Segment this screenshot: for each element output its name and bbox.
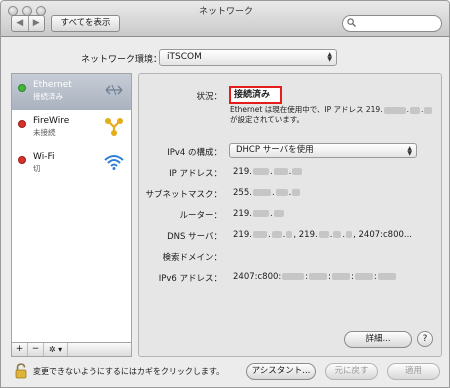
ipv6-address-label: IPv6 アドレス： (158, 274, 222, 284)
subnet-mask-value: 255... (233, 188, 301, 198)
dns-server-text-1: 219. (233, 230, 252, 240)
ipv4-config-popup[interactable]: DHCP サーバを使用 ▲ ▼ (229, 143, 417, 158)
service-ethernet[interactable]: Ethernet 接続済み (12, 74, 131, 110)
forward-button[interactable]: ▶ (29, 16, 45, 31)
dns-server-text-2: 219. (298, 230, 318, 240)
status-description: Ethernet は現在使用中で、IP アドレス 219.. .が設定されています… (230, 105, 436, 125)
ipv6-address-value: 2407:c800::::: (233, 272, 397, 282)
assistant-button[interactable]: アシスタント... (246, 363, 316, 380)
status-label: 状況： (196, 92, 222, 102)
popup-arrows-icon: ▲ ▼ (327, 51, 332, 63)
show-all-button[interactable]: すべてを表示 (51, 15, 120, 32)
status-note-tail: が設定されています。 (230, 115, 305, 124)
router-value: 219.. (233, 209, 285, 219)
status-note-text: Ethernet は現在使用中で、IP アドレス 219. (230, 105, 383, 114)
service-action-gear-icon[interactable]: ✲ ▾ (44, 343, 68, 356)
ipv6-address-text: 2407:c800: (233, 272, 282, 282)
location-label: ネットワーク環境： (81, 55, 163, 65)
status-dot-connected (18, 84, 26, 92)
ip-address-text: 219. (233, 167, 252, 177)
apply-button[interactable]: 適用 (387, 363, 440, 380)
subnet-mask-label: サブネットマスク： (145, 190, 222, 200)
back-forward-buttons: ◀ ▶ (11, 15, 45, 32)
dns-server-label: DNS サーバ： (167, 232, 222, 242)
service-firewire[interactable]: FireWire 未接続 (12, 110, 131, 146)
ipv4-config-value: DHCP サーバを使用 (236, 145, 314, 155)
network-preferences-window: ネットワーク ◀ ▶ すべてを表示 ネットワーク環境： iTSCOM ▲ ▼ Et… (0, 0, 450, 388)
ethernet-arrows-icon (103, 79, 125, 101)
service-list-toolbar: + − ✲ ▾ (11, 343, 132, 357)
search-domain-label: 検索ドメイン： (162, 253, 222, 263)
lock-instruction-text: 変更できないようにするにはカギをクリックします。 (33, 367, 225, 376)
service-list: Ethernet 接続済み FireWire 未接続 Wi-Fi 切 (11, 73, 132, 343)
ipv4-config-label: IPv4 の構成： (167, 148, 222, 158)
lock-icon[interactable] (15, 363, 27, 379)
revert-button[interactable]: 元に戻す (325, 363, 378, 380)
advanced-button[interactable]: 詳細... (344, 331, 412, 348)
back-button[interactable]: ◀ (12, 16, 29, 31)
search-field[interactable] (342, 15, 442, 32)
ip-address-value: 219... (233, 167, 303, 177)
location-value: iTSCOM (167, 52, 202, 62)
remove-service-button[interactable]: − (28, 343, 44, 356)
router-label: ルーター： (179, 211, 222, 221)
add-service-button[interactable]: + (12, 343, 28, 356)
status-dot-disconnected (18, 120, 26, 128)
subnet-mask-text: 255. (233, 188, 252, 198)
popup-arrows-icon: ▲ ▼ (407, 145, 412, 157)
dns-server-text-3: 2407:c800... (358, 230, 413, 240)
service-wifi[interactable]: Wi-Fi 切 (12, 146, 131, 182)
dns-server-value: 219..., 219..., 2407:c800... (233, 230, 412, 240)
status-value-highlight: 接続済み (229, 86, 282, 104)
help-button[interactable]: ? (417, 331, 433, 347)
firewire-icon (103, 115, 125, 137)
location-popup[interactable]: iTSCOM ▲ ▼ (159, 49, 337, 66)
wifi-icon (103, 151, 125, 173)
status-dot-off (18, 156, 26, 164)
search-icon (347, 18, 356, 30)
router-text: 219. (233, 209, 252, 219)
title-bar: ネットワーク ◀ ▶ すべてを表示 (1, 1, 449, 37)
ip-address-label: IP アドレス： (169, 169, 222, 179)
